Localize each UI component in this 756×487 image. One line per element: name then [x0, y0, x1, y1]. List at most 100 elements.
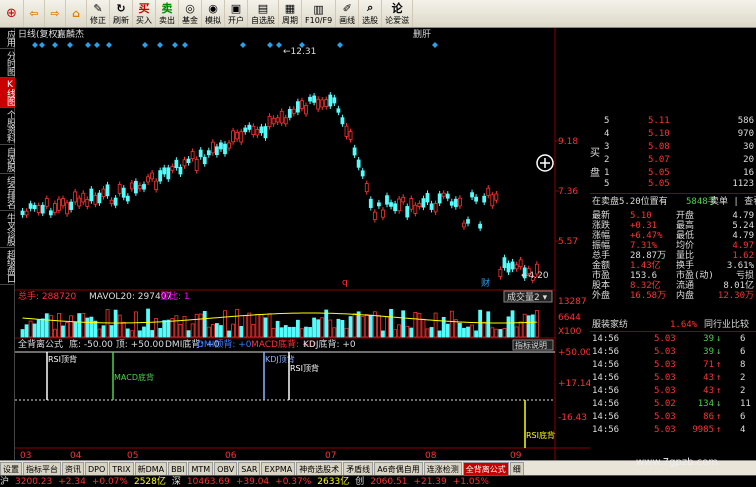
side-tab-4[interactable]: 自选股: [0, 145, 15, 174]
volume-bar: [219, 325, 223, 338]
indicator-tab-3[interactable]: DPO: [85, 461, 109, 475]
side-tab-3[interactable]: 个股资料: [0, 108, 15, 145]
toolbar-button-6[interactable]: 卖卖出: [156, 0, 179, 27]
toolbar-button-8[interactable]: ◉ 模拟: [202, 0, 225, 27]
volume-bar: [129, 330, 134, 338]
indicator-tab-8[interactable]: OBV: [214, 461, 238, 475]
volume-bar: [498, 329, 503, 338]
indicator-tab-10[interactable]: EXPMA: [261, 461, 296, 475]
toolbar-button-12[interactable]: ▥ F10/F9: [302, 0, 337, 27]
candle: [482, 195, 487, 203]
stock-pick-icon: ⌕: [367, 1, 374, 14]
candle: [316, 98, 321, 110]
toolbar-button-3[interactable]: ✎ 修正: [87, 0, 110, 27]
candle: [223, 143, 227, 155]
indicator-tab-16[interactable]: 细: [509, 461, 524, 475]
candle: [32, 205, 37, 210]
indicator-tab-15[interactable]: 全背离公式: [462, 461, 509, 475]
home-button[interactable]: ⌂: [66, 0, 87, 27]
info-row: 在卖盘5.20位置有5848手卖单 | 查看详细: [590, 197, 756, 208]
toolbar-button-15[interactable]: 论论爱滋: [382, 0, 414, 27]
toolbar-button-10[interactable]: ▤ 自选股: [248, 0, 279, 27]
quote-cell: 在卖盘5.20位置有: [592, 197, 668, 207]
quote-cell: 4: [740, 425, 746, 435]
indicator-tab-14[interactable]: 连涨检测: [423, 461, 462, 475]
side-tab-7[interactable]: 超级盘口: [0, 248, 15, 285]
indicator-tab-11[interactable]: 神奇选股术: [296, 461, 343, 475]
candle: [514, 264, 519, 270]
quote-cell: 5.03: [654, 334, 676, 344]
back-button[interactable]: ⇦: [24, 0, 45, 27]
kline-chart[interactable]: 日线(复权)嘉麟杰 删肝 9.18 7.36 5.57 ←12.31 ←4.20 q 财总手: …: [15, 28, 590, 460]
toolbar-button-7[interactable]: ◎ 基金: [179, 0, 202, 27]
indicator-tab-5[interactable]: 新DMA: [134, 461, 168, 475]
toolbar-button-4[interactable]: ↻ 刷新: [110, 0, 133, 27]
candle: [498, 269, 503, 278]
volume-bar: [405, 325, 410, 338]
volume-bar: [28, 320, 33, 338]
toolbar-label: 画线: [339, 15, 356, 25]
candle: [219, 142, 223, 150]
volume-bar: [522, 313, 527, 338]
volume-bar: [263, 317, 268, 338]
indicator-tab-4[interactable]: TRIX: [109, 461, 134, 475]
quote-cell: 5.03: [654, 373, 676, 383]
side-tab-0[interactable]: 应用: [0, 28, 15, 49]
volume-bar: [279, 327, 284, 338]
quote-cell: 5.05: [648, 168, 670, 178]
indicator-tab-12[interactable]: 矛盾线: [343, 461, 374, 475]
toolbar-button-13[interactable]: ✐ 画线: [336, 0, 360, 27]
toolbar-button-14[interactable]: ⌕ 选股: [359, 0, 383, 27]
toolbar-label: 修正: [90, 15, 106, 25]
indicator-tab-6[interactable]: BBI: [168, 461, 188, 475]
candle: [227, 142, 231, 149]
quote-cell: 5.03: [654, 425, 676, 435]
indicator-tab-2[interactable]: 资讯: [62, 461, 84, 475]
volume-bar: [40, 318, 45, 338]
volume-bar: [376, 315, 381, 338]
toolbar-button-5[interactable]: 买买入: [133, 0, 156, 27]
volume-bar: [97, 328, 102, 338]
side-tab-1[interactable]: 分时图: [0, 49, 15, 78]
volume-bar: [389, 308, 393, 338]
quote-cell: 1.64%: [670, 320, 698, 330]
volume-bar: [117, 314, 122, 338]
indicator-tab-0[interactable]: 设置: [0, 461, 22, 475]
simulate-icon: ◉: [208, 1, 218, 15]
volume-bar: [198, 313, 203, 338]
candle: [235, 131, 240, 140]
candle: [36, 205, 41, 213]
volume-bar: [526, 315, 531, 338]
volume-bar: [449, 310, 454, 338]
toolbar-button-11[interactable]: ▦ 周期: [279, 0, 302, 27]
volume-bar: [138, 330, 142, 338]
volume-bar: [291, 326, 296, 338]
candle: [381, 209, 385, 218]
volume-bar: [490, 327, 495, 338]
month-label: 04: [70, 451, 82, 460]
candle: [53, 203, 57, 213]
indicator-tab-13[interactable]: A6奇偶自用: [374, 461, 423, 475]
side-tab-2[interactable]: K线图: [0, 78, 15, 108]
tick-row: 14:56 5.03 39 ↓ 6: [590, 347, 756, 358]
toolbar-button-9[interactable]: ▣ 开户: [225, 0, 248, 27]
side-tab-5[interactable]: 综合排名: [0, 174, 15, 211]
side-tab-6[interactable]: 牛叉诊股: [0, 211, 15, 248]
volume-bar: [381, 330, 385, 338]
volume-bar: [300, 328, 304, 338]
candle: [417, 202, 422, 207]
toolbar-label: 卖出: [159, 15, 175, 25]
indicator-tab-7[interactable]: MTM: [188, 461, 214, 475]
status-item-4: 2528亿: [133, 477, 166, 487]
status-item-6: 10463.69: [186, 477, 230, 487]
volume-bar: [409, 327, 414, 338]
quote-cell: 内盘: [676, 291, 695, 301]
indicator-tab-1[interactable]: 指标平台: [23, 461, 61, 475]
new-window-icon[interactable]: ⊕: [0, 0, 24, 27]
tick-row: 14:56 5.02 134 ↓ 11: [590, 399, 756, 410]
candle: [267, 115, 272, 127]
forward-button[interactable]: ⇨: [45, 0, 66, 27]
quote-cell: ↑: [716, 412, 722, 422]
volume-bar: [255, 314, 260, 338]
indicator-tab-9[interactable]: SAR: [238, 461, 261, 475]
